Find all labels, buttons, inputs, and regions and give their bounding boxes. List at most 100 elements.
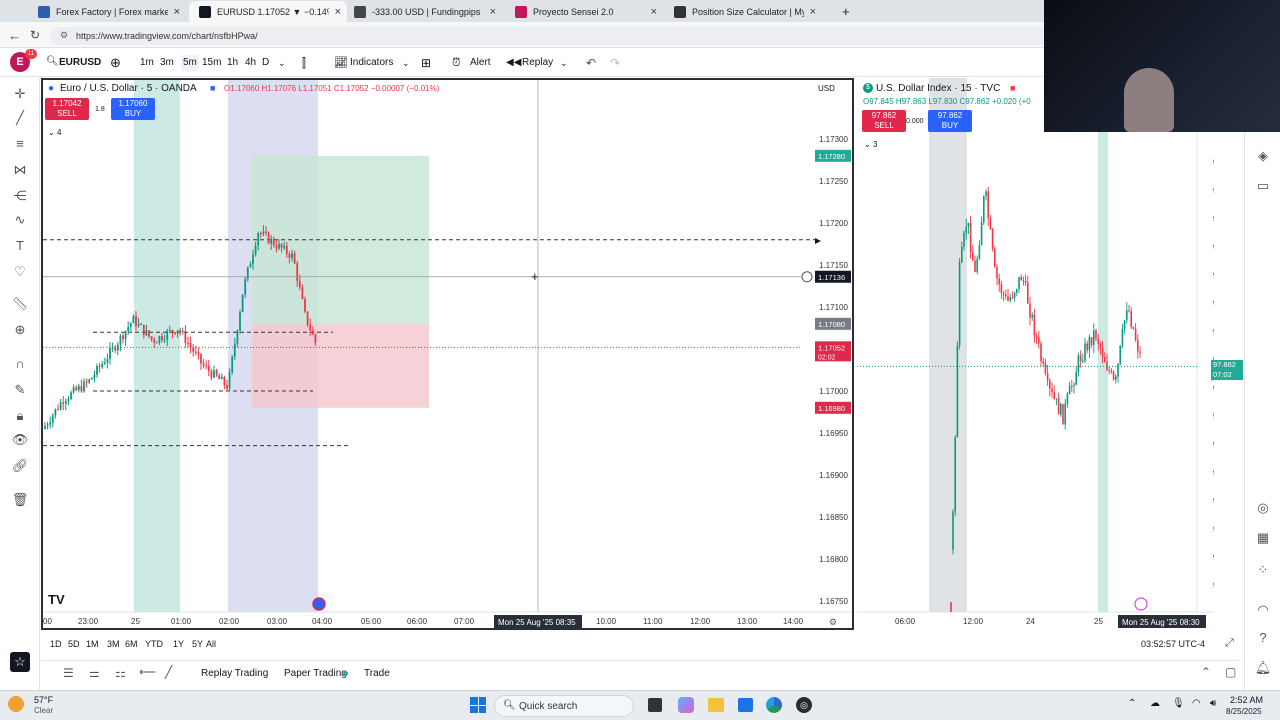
timeframe-15m[interactable]: 15m bbox=[202, 55, 221, 71]
fib-icon[interactable]: ≡ bbox=[10, 134, 30, 154]
chat-icon[interactable]: ▭ bbox=[1253, 176, 1273, 196]
search-icon[interactable]: 🔍︎ bbox=[46, 56, 59, 67]
timeframe-1h[interactable]: 1h bbox=[227, 55, 238, 71]
taskbar-time[interactable]: 2:52 AM bbox=[1230, 695, 1263, 705]
compare-symbol-icon[interactable]: ⊕ bbox=[110, 55, 121, 71]
line-tool-icon[interactable]: ⟵ bbox=[139, 665, 156, 679]
layers-icon[interactable]: ◈ bbox=[1253, 146, 1273, 166]
crosshair-icon[interactable]: ✛ bbox=[10, 84, 30, 104]
weather-temp[interactable]: 57°F bbox=[34, 695, 53, 705]
add-alert-icon[interactable] bbox=[801, 271, 813, 283]
wifi-icon[interactable]: ◠ bbox=[1192, 698, 1201, 709]
alert-button[interactable]: Alert bbox=[470, 55, 491, 71]
ruler-icon[interactable]: 📏︎ bbox=[10, 294, 30, 314]
timeframe-1m[interactable]: 1m bbox=[140, 55, 154, 71]
utc-clock[interactable]: 03:52:57 UTC-4 bbox=[1141, 639, 1205, 649]
task-view-icon[interactable] bbox=[648, 698, 662, 712]
redo-icon[interactable]: ↷ bbox=[610, 55, 620, 71]
microphone-icon[interactable]: 🎙︎ bbox=[1172, 698, 1185, 709]
chevron-down-icon[interactable]: ⌄ bbox=[278, 55, 286, 71]
dxy-buy-button[interactable]: 97.862 BUY bbox=[928, 110, 972, 132]
chevron-up-icon[interactable]: ⌃ bbox=[1201, 665, 1211, 679]
pencil-lock-icon[interactable]: ✎ bbox=[10, 380, 30, 400]
store-icon[interactable] bbox=[738, 698, 753, 712]
chart2-title[interactable]: U.S. Dollar Index · 15 · TVC bbox=[876, 83, 1000, 94]
chart1-title[interactable]: Euro / U.S. Dollar · 5 · OANDA bbox=[60, 83, 197, 94]
url-input[interactable]: https://www.tradingview.com/chart/nsfbHP… bbox=[50, 27, 1050, 45]
zoom-icon[interactable]: ⊕ bbox=[10, 320, 30, 340]
paper-trading-tab[interactable]: Paper Trading bbox=[284, 668, 347, 679]
dxy-chart-svg[interactable]: 97.500 97.550 97.600 97.650 97.700 97.750 97.8… bbox=[857, 78, 1214, 630]
site-info-icon[interactable]: ⚙ bbox=[60, 30, 68, 41]
indicators-collapse[interactable]: ⌄ 4 bbox=[48, 128, 61, 137]
volume-icon[interactable]: 🔊︎ bbox=[1210, 698, 1216, 709]
trade-tab[interactable]: Trade bbox=[364, 668, 390, 679]
timeframe-D[interactable]: D bbox=[262, 55, 269, 71]
period-1D[interactable]: 1D bbox=[50, 639, 62, 649]
eye-icon[interactable]: 👁︎ bbox=[10, 430, 30, 450]
chevron-down-icon[interactable]: ⌄ bbox=[402, 55, 410, 71]
edge-icon[interactable] bbox=[766, 697, 782, 713]
brush-icon[interactable]: ∿ bbox=[10, 210, 30, 230]
heart-icon[interactable]: ♡ bbox=[10, 262, 30, 282]
maximize-icon[interactable]: ▢ bbox=[1225, 665, 1236, 679]
buy-button[interactable]: 1.17060 BUY bbox=[111, 98, 155, 120]
ideas-icon[interactable]: ⁘ bbox=[1253, 560, 1273, 580]
windows-start-icon[interactable] bbox=[470, 697, 486, 713]
browser-tab[interactable]: EURUSD 1.17052 ▼ −0.14% se × bbox=[189, 1, 347, 22]
browser-tab[interactable]: Proyecto Sensei 2.0 × bbox=[505, 1, 663, 22]
pine-editor-icon[interactable]: ⚌ bbox=[89, 666, 100, 680]
reload-icon[interactable]: ↻ bbox=[30, 28, 40, 42]
undo-icon[interactable]: ↶ bbox=[586, 55, 596, 71]
period-3M[interactable]: 3M bbox=[107, 639, 120, 649]
period-1M[interactable]: 1M bbox=[86, 639, 99, 649]
help-icon[interactable]: ? bbox=[1253, 628, 1273, 648]
browser-tab[interactable]: Position Size Calculator | Myfxbo × bbox=[664, 1, 822, 22]
period-5Y[interactable]: 5Y bbox=[192, 639, 203, 649]
replay-button[interactable]: Replay bbox=[522, 55, 553, 71]
symbol-search[interactable]: EURUSD bbox=[59, 55, 101, 71]
prediction-icon[interactable]: ⋲ bbox=[10, 186, 30, 206]
chevron-down-icon[interactable]: ⌄ bbox=[560, 55, 568, 71]
browser-tab[interactable]: Forex Factory | Forex markets for × bbox=[28, 1, 186, 22]
stop-loss-zone[interactable] bbox=[252, 323, 429, 408]
layout-grid-icon[interactable]: ⊞ bbox=[421, 55, 431, 71]
dxy-events-icon[interactable] bbox=[1134, 597, 1148, 611]
calendar-icon[interactable]: ▦ bbox=[1253, 528, 1273, 548]
currency-selector[interactable]: USD bbox=[818, 84, 835, 93]
timeframe-3m[interactable]: 3m bbox=[160, 55, 174, 71]
axis-settings-icon[interactable]: ⚙ bbox=[829, 617, 837, 627]
period-6M[interactable]: 6M bbox=[125, 639, 138, 649]
sell-button[interactable]: 1.17042 SELL bbox=[45, 98, 89, 120]
magnet-icon[interactable]: ∩ bbox=[10, 354, 30, 374]
favorites-star-icon[interactable]: ☆ bbox=[10, 652, 30, 672]
close-tab-icon[interactable]: × bbox=[810, 6, 816, 18]
close-tab-icon[interactable]: × bbox=[174, 6, 180, 18]
screener-icon[interactable]: ☰ bbox=[63, 666, 74, 680]
events-icon[interactable] bbox=[312, 597, 326, 611]
cloud-icon[interactable]: ☁ bbox=[1150, 698, 1160, 709]
taskbar-date[interactable]: 8/25/2025 bbox=[1226, 707, 1262, 716]
tray-chevron-icon[interactable]: ⌃ bbox=[1128, 698, 1136, 709]
new-tab-button[interactable]: + bbox=[832, 1, 852, 22]
indicators-button[interactable]: Indicators bbox=[350, 55, 393, 71]
period-All[interactable]: All bbox=[206, 639, 216, 649]
close-tab-icon[interactable]: × bbox=[651, 6, 657, 18]
dxy-chart-pane[interactable]: 97.500 97.550 97.600 97.650 97.700 97.750 97.8… bbox=[857, 78, 1214, 630]
dxy-sell-button[interactable]: 97.862 SELL bbox=[862, 110, 906, 132]
back-icon[interactable]: ← bbox=[8, 28, 21, 43]
eurusd-chart-svg[interactable]: +1.17300 1.17250 1.17200 1.17150 1.17100 1.17… bbox=[43, 80, 852, 628]
period-5D[interactable]: 5D bbox=[68, 639, 80, 649]
trend-line-icon[interactable]: ╱ bbox=[10, 108, 30, 128]
expand-icon[interactable]: ⤢ bbox=[1225, 637, 1234, 650]
replay-trading-tab[interactable]: Replay Trading bbox=[201, 668, 268, 679]
bell-icon[interactable]: 🔔︎ bbox=[1253, 658, 1273, 678]
close-tab-icon[interactable]: × bbox=[335, 6, 341, 18]
eurusd-chart-pane[interactable]: +1.17300 1.17250 1.17200 1.17150 1.17100 1.17… bbox=[41, 78, 854, 630]
timeframe-5m[interactable]: 5m bbox=[181, 55, 199, 71]
strategy-icon[interactable]: ⚏ bbox=[115, 666, 126, 680]
link-icon[interactable]: 🔗︎ bbox=[10, 456, 30, 476]
period-1Y[interactable]: 1Y bbox=[173, 639, 184, 649]
target-icon[interactable]: ◎ bbox=[1253, 498, 1273, 518]
signal-icon[interactable]: ◠ bbox=[1253, 600, 1273, 620]
